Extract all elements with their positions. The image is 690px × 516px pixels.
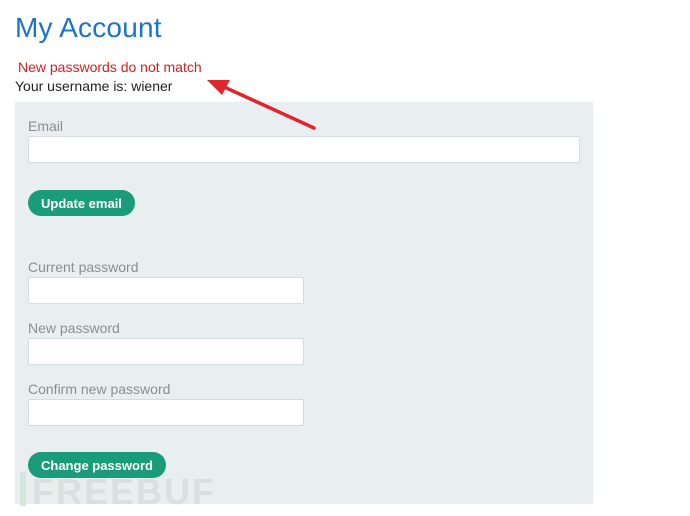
change-password-button[interactable]: Change password xyxy=(28,452,166,478)
email-label: Email xyxy=(28,118,64,134)
account-form-panel: Email Update email Current password New … xyxy=(15,102,593,504)
confirm-password-input[interactable] xyxy=(28,399,304,426)
username-text: Your username is: wiener xyxy=(15,78,173,94)
arrow-head xyxy=(207,80,230,95)
current-password-input[interactable] xyxy=(28,277,304,304)
email-input[interactable] xyxy=(28,136,580,163)
new-password-label: New password xyxy=(28,320,120,336)
confirm-password-label: Confirm new password xyxy=(28,381,171,397)
new-password-input[interactable] xyxy=(28,338,304,365)
error-message: New passwords do not match xyxy=(18,59,202,75)
current-password-label: Current password xyxy=(28,259,139,275)
update-email-button[interactable]: Update email xyxy=(28,190,135,216)
page-title: My Account xyxy=(15,12,162,43)
